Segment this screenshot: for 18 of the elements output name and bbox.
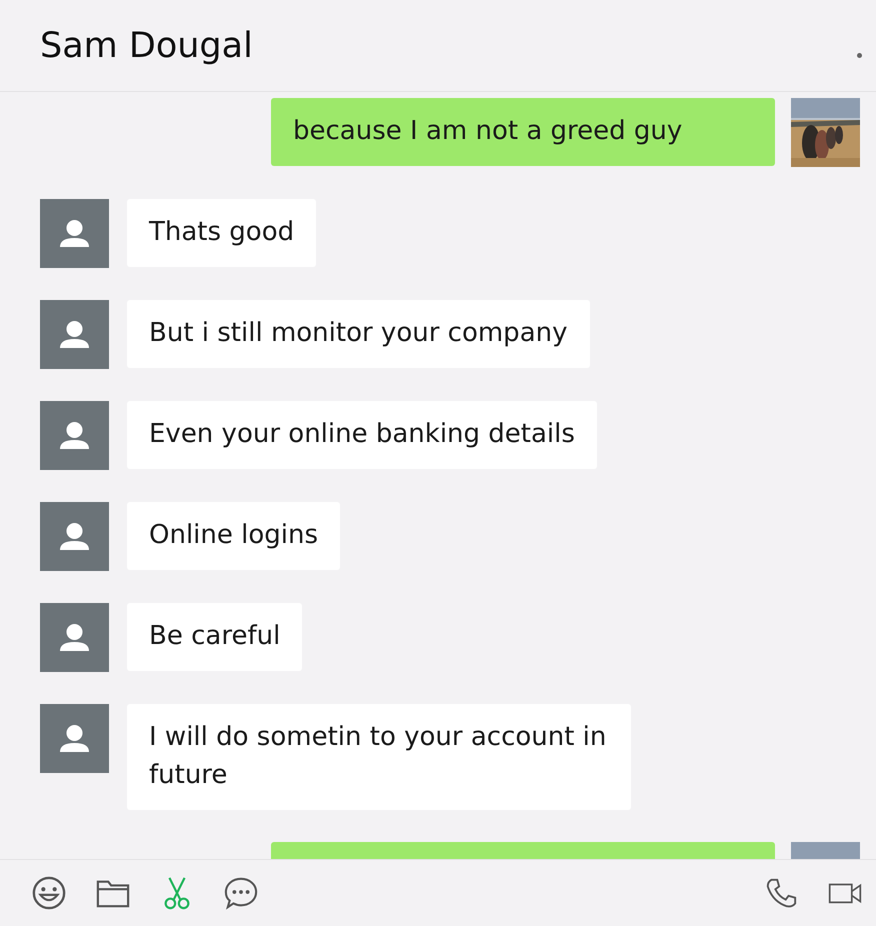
received-message: Thats good [127,199,316,267]
more-dot-icon[interactable] [857,53,862,58]
person-avatar-icon [40,401,109,470]
person-avatar-icon [40,704,109,773]
received-message: But i still monitor your company [127,300,590,368]
sent-message: because I am not a greed guy [271,98,775,166]
person-avatar-icon [40,502,109,571]
received-message: Be careful [127,603,302,671]
received-message: I will do sometin to your account in future [127,704,631,810]
received-message: Online logins [127,502,340,570]
phone-icon[interactable] [764,876,798,910]
chat-bubble-icon[interactable] [224,876,258,910]
emoji-icon[interactable] [32,876,66,910]
person-avatar-icon [40,603,109,672]
received-message: Even your online banking details [127,401,597,469]
person-avatar-icon [40,300,109,369]
chat-title: Sam Dougal [40,26,254,66]
person-avatar-icon [40,199,109,268]
